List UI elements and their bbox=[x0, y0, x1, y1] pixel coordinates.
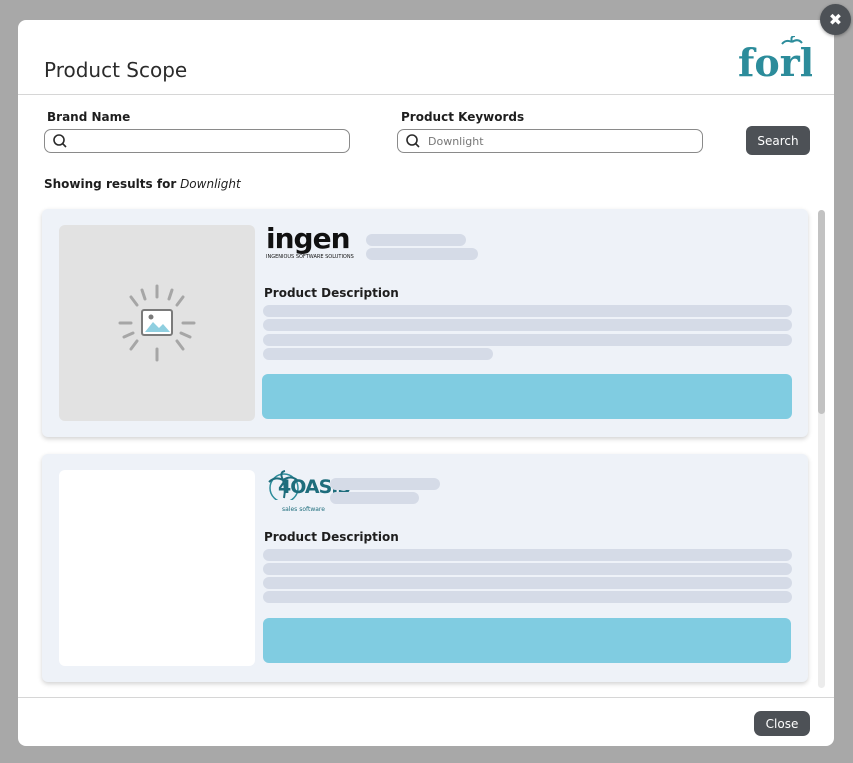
forlo-logo: forlo bbox=[738, 36, 812, 82]
modal-header: Product Scope forlo bbox=[18, 20, 834, 95]
close-button[interactable]: Close bbox=[754, 711, 810, 736]
description-skeleton bbox=[263, 563, 792, 575]
description-skeleton bbox=[263, 334, 792, 346]
brand-name-input[interactable] bbox=[75, 134, 315, 148]
description-skeleton bbox=[263, 591, 792, 603]
scrollbar-thumb[interactable] bbox=[818, 210, 825, 414]
image-loading-icon bbox=[118, 284, 196, 362]
svg-text:forlo: forlo bbox=[738, 40, 812, 82]
search-icon bbox=[406, 134, 420, 148]
modal-title: Product Scope bbox=[44, 58, 188, 82]
product-image bbox=[59, 470, 255, 666]
modal-footer: Close bbox=[18, 697, 834, 746]
product-keywords-label: Product Keywords bbox=[401, 110, 525, 124]
search-button[interactable]: Search bbox=[746, 126, 810, 155]
brand-skeleton bbox=[330, 492, 419, 504]
card-action-button[interactable] bbox=[263, 618, 791, 663]
card-action-button[interactable] bbox=[262, 374, 792, 419]
product-description-label: Product Description bbox=[264, 286, 399, 300]
brand-skeleton bbox=[366, 248, 478, 260]
product-keywords-input[interactable] bbox=[428, 134, 668, 148]
results-list[interactable]: ingen INGENIOUS SOFTWARE SOLUTIONS Produ… bbox=[18, 205, 834, 697]
product-scope-modal: Product Scope forlo Brand Name Product K… bbox=[18, 20, 834, 746]
brand-name-label: Brand Name bbox=[47, 110, 131, 124]
product-keywords-field[interactable] bbox=[397, 129, 703, 153]
results-prefix: Showing results for bbox=[44, 177, 177, 191]
description-skeleton bbox=[263, 577, 792, 589]
brand-skeleton bbox=[330, 478, 440, 490]
product-description-label: Product Description bbox=[264, 530, 399, 544]
ingen-brand-logo: ingen INGENIOUS SOFTWARE SOLUTIONS bbox=[266, 222, 354, 261]
search-icon bbox=[53, 134, 67, 148]
results-summary: Showing results for Downlight bbox=[44, 177, 241, 191]
product-card[interactable]: ingen INGENIOUS SOFTWARE SOLUTIONS Produ… bbox=[42, 209, 808, 437]
brand-name-field[interactable] bbox=[44, 129, 350, 153]
description-skeleton bbox=[263, 319, 792, 331]
description-skeleton bbox=[263, 549, 792, 561]
results-query: Downlight bbox=[180, 177, 241, 191]
brand-skeleton bbox=[366, 234, 466, 246]
results-scrollbar[interactable] bbox=[818, 210, 825, 688]
description-skeleton bbox=[263, 305, 792, 317]
product-card[interactable]: 4OASIS sales software Product Descriptio… bbox=[42, 454, 808, 682]
close-icon[interactable]: ✖ bbox=[820, 4, 851, 35]
product-image-loading bbox=[59, 225, 255, 421]
description-skeleton bbox=[263, 348, 493, 360]
4oasis-brand-logo: 4OASIS sales software bbox=[266, 470, 351, 516]
